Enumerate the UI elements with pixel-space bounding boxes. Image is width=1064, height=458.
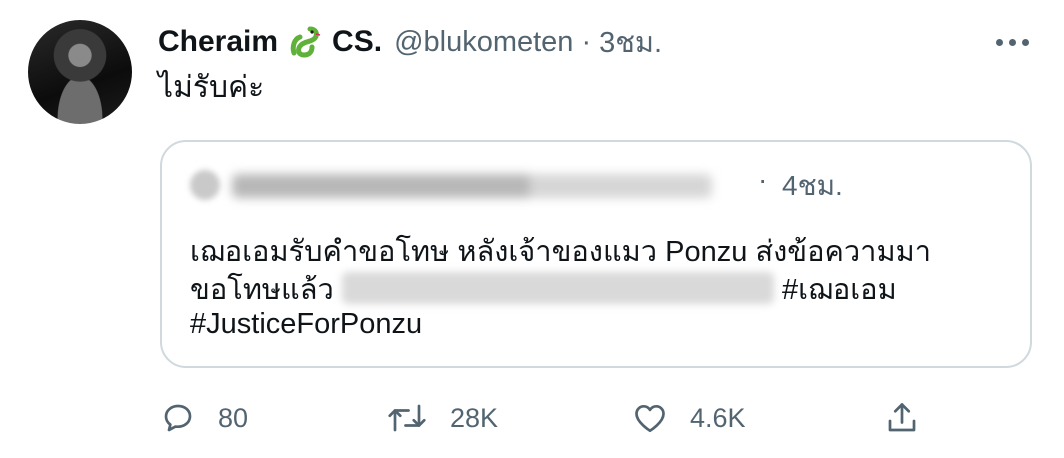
reply-button[interactable]: 80 <box>160 398 248 438</box>
hashtag-link[interactable]: #เฌอเอม <box>782 266 897 312</box>
tweet-header: Cheraim CS. @blukometen · 3ชม. <box>158 22 662 62</box>
reply-count: 80 <box>218 402 249 433</box>
snake-icon <box>288 25 324 59</box>
handle[interactable]: @blukometen <box>394 26 573 59</box>
avatar[interactable] <box>28 20 132 124</box>
tweet-text: ไม่รับค่ะ <box>158 71 265 104</box>
retweet-icon <box>386 400 428 436</box>
retweet-button[interactable]: 28K <box>386 398 498 438</box>
display-name[interactable]: Cheraim <box>158 25 278 59</box>
quoted-separator: · <box>758 164 768 195</box>
hashtag-link[interactable]: #JusticeForPonzu <box>190 308 422 341</box>
like-count: 4.6K <box>690 402 746 433</box>
share-icon <box>884 400 920 436</box>
separator: · <box>581 25 592 58</box>
like-button[interactable]: 4.6K <box>632 398 746 438</box>
quoted-link-redacted <box>342 272 774 304</box>
timestamp[interactable]: 3ชม. <box>599 19 662 65</box>
share-button[interactable] <box>884 398 920 438</box>
retweet-count: 28K <box>450 402 499 433</box>
more-icon[interactable] <box>996 30 1036 54</box>
display-name-suffix[interactable]: CS. <box>332 25 382 59</box>
quoted-avatar <box>190 170 220 200</box>
quoted-author-redacted <box>232 174 712 198</box>
reply-icon <box>160 400 196 436</box>
quoted-timestamp: 4ชม. <box>782 170 843 201</box>
heart-icon <box>632 400 668 436</box>
quoted-text-line: ขอโทษแล้ว <box>190 274 334 306</box>
quoted-tweet[interactable]: · 4ชม. เฌอเอมรับคำขอโทษ หลังเจ้าของแมว P… <box>160 140 1032 368</box>
